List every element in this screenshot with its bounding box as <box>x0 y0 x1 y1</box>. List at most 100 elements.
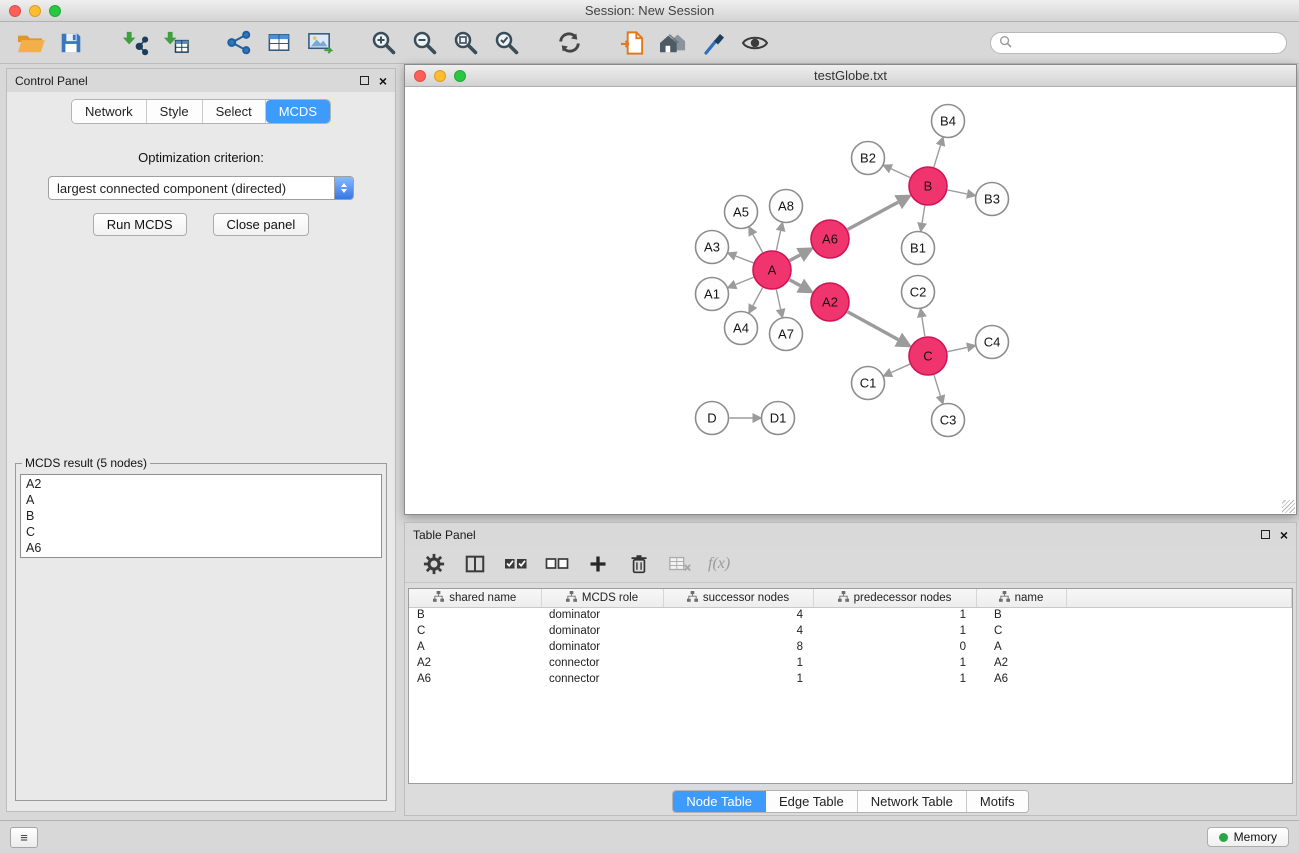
edge-B-B3[interactable] <box>948 190 967 194</box>
network-graph[interactable]: B4 B2 B B3 A8 A5 A6 A3 B1 A C2 A1 A2 A4 A7 C4 C C1 D D1 C3 <box>405 87 1296 514</box>
import-file-icon[interactable] <box>614 27 650 59</box>
close-table-panel-icon[interactable]: × <box>1280 528 1288 542</box>
zoom-fit-icon[interactable] <box>447 27 483 59</box>
network-canvas[interactable]: B4 B2 B B3 A8 A5 A6 A3 B1 A C2 A1 A2 A4 A7 C4 C C1 D D1 C3 <box>405 87 1296 514</box>
settings-gear-icon[interactable] <box>421 551 447 577</box>
mcds-result-item[interactable]: B <box>21 508 381 524</box>
close-panel-icon[interactable]: × <box>379 74 387 88</box>
edge-A-A7[interactable] <box>776 290 780 310</box>
mcds-result-item[interactable]: C <box>21 524 381 540</box>
column-header-predecessor-nodes[interactable]: predecessor nodes <box>813 589 976 607</box>
zoom-selected-icon[interactable] <box>488 27 524 59</box>
table-row[interactable]: Cdominator41C <box>409 623 1292 639</box>
edge-A-A8[interactable] <box>776 231 780 251</box>
tab-mcds[interactable]: MCDS <box>266 100 330 123</box>
edge-A-A5[interactable] <box>753 235 763 253</box>
float-table-panel-icon[interactable] <box>1261 530 1270 539</box>
edge-C-C3[interactable] <box>934 375 940 396</box>
add-row-icon[interactable] <box>585 551 611 577</box>
node-C3[interactable]: C3 <box>932 404 965 437</box>
style-brush-icon[interactable] <box>696 27 732 59</box>
edge-A-A4[interactable] <box>753 288 763 306</box>
node-A8[interactable]: A8 <box>770 190 803 223</box>
node-A7[interactable]: A7 <box>770 318 803 351</box>
edge-A2-C[interactable] <box>848 312 899 340</box>
node-A3[interactable]: A3 <box>696 231 729 264</box>
node-A5[interactable]: A5 <box>725 196 758 229</box>
float-panel-icon[interactable] <box>360 76 369 85</box>
edge-A6-B[interactable] <box>848 202 899 229</box>
open-folder-icon[interactable] <box>12 27 48 59</box>
node-A6[interactable]: A6 <box>811 220 849 258</box>
node-A4[interactable]: A4 <box>725 312 758 345</box>
new-table-icon[interactable] <box>261 27 297 59</box>
new-network-icon[interactable] <box>220 27 256 59</box>
home-icon[interactable] <box>655 27 691 59</box>
column-header-shared-name[interactable]: shared name <box>409 589 541 607</box>
delete-table-icon[interactable] <box>667 551 693 577</box>
node-C[interactable]: C <box>909 337 947 375</box>
tab-node-table[interactable]: Node Table <box>673 791 766 812</box>
import-table-icon[interactable] <box>157 27 193 59</box>
window-resize-grip[interactable] <box>1282 500 1295 513</box>
node-B[interactable]: B <box>909 167 947 205</box>
mcds-result-item[interactable]: A2 <box>21 476 381 492</box>
node-B3[interactable]: B3 <box>976 183 1009 216</box>
table-row[interactable]: A6connector11A6 <box>409 671 1292 687</box>
zoom-window-button[interactable] <box>49 5 61 17</box>
node-B2[interactable]: B2 <box>852 142 885 175</box>
node-A2[interactable]: A2 <box>811 283 849 321</box>
select-all-icon[interactable] <box>503 551 529 577</box>
node-B4[interactable]: B4 <box>932 105 965 138</box>
run-mcds-button[interactable]: Run MCDS <box>93 213 187 236</box>
node-D1[interactable]: D1 <box>762 402 795 435</box>
edge-A-A2[interactable] <box>790 280 801 286</box>
column-header-name[interactable]: name <box>976 589 1066 607</box>
table-row[interactable]: Adominator80A <box>409 639 1292 655</box>
node-A1[interactable]: A1 <box>696 278 729 311</box>
minimize-window-button[interactable] <box>29 5 41 17</box>
close-window-button[interactable] <box>9 5 21 17</box>
function-builder-label[interactable]: f(x) <box>708 555 730 573</box>
eye-icon[interactable] <box>737 27 773 59</box>
table-row[interactable]: Bdominator41B <box>409 607 1292 623</box>
node-C1[interactable]: C1 <box>852 367 885 400</box>
mcds-result-item[interactable]: A <box>21 492 381 508</box>
table-row[interactable]: A2connector11A2 <box>409 655 1292 671</box>
edge-C-C4[interactable] <box>948 347 968 351</box>
criterion-dropdown[interactable]: largest connected component (directed) <box>48 176 354 200</box>
edge-B-B2[interactable] <box>891 169 910 178</box>
tab-network-table[interactable]: Network Table <box>858 791 967 812</box>
memory-button[interactable]: Memory <box>1207 827 1289 847</box>
edge-A-A6[interactable] <box>790 255 800 261</box>
network-close-button[interactable] <box>414 70 426 82</box>
network-zoom-button[interactable] <box>454 70 466 82</box>
network-minimize-button[interactable] <box>434 70 446 82</box>
zoom-out-icon[interactable] <box>406 27 442 59</box>
close-panel-button[interactable]: Close panel <box>213 213 310 236</box>
export-image-icon[interactable] <box>302 27 338 59</box>
search-box[interactable] <box>990 32 1287 54</box>
edge-B-B4[interactable] <box>934 145 941 167</box>
tab-select[interactable]: Select <box>203 100 266 123</box>
mcds-result-list[interactable]: A2ABCA6 <box>20 474 382 558</box>
column-header-successor-nodes[interactable]: successor nodes <box>663 589 813 607</box>
deselect-all-icon[interactable] <box>544 551 570 577</box>
node-C2[interactable]: C2 <box>902 276 935 309</box>
edge-A-A1[interactable] <box>736 277 754 284</box>
tab-motifs[interactable]: Motifs <box>967 791 1028 812</box>
node-B1[interactable]: B1 <box>902 232 935 265</box>
zoom-in-icon[interactable] <box>365 27 401 59</box>
task-history-button[interactable]: ≡ <box>10 827 38 848</box>
node-A[interactable]: A <box>753 251 791 289</box>
mcds-result-item[interactable]: A6 <box>21 540 381 556</box>
apply-layout-icon[interactable] <box>551 27 587 59</box>
node-C4[interactable]: C4 <box>976 326 1009 359</box>
node-D[interactable]: D <box>696 402 729 435</box>
delete-row-icon[interactable] <box>626 551 652 577</box>
tab-style[interactable]: Style <box>147 100 203 123</box>
edge-C-C1[interactable] <box>891 364 910 372</box>
save-icon[interactable] <box>53 27 89 59</box>
search-input[interactable] <box>1017 35 1278 50</box>
import-network-icon[interactable] <box>116 27 152 59</box>
